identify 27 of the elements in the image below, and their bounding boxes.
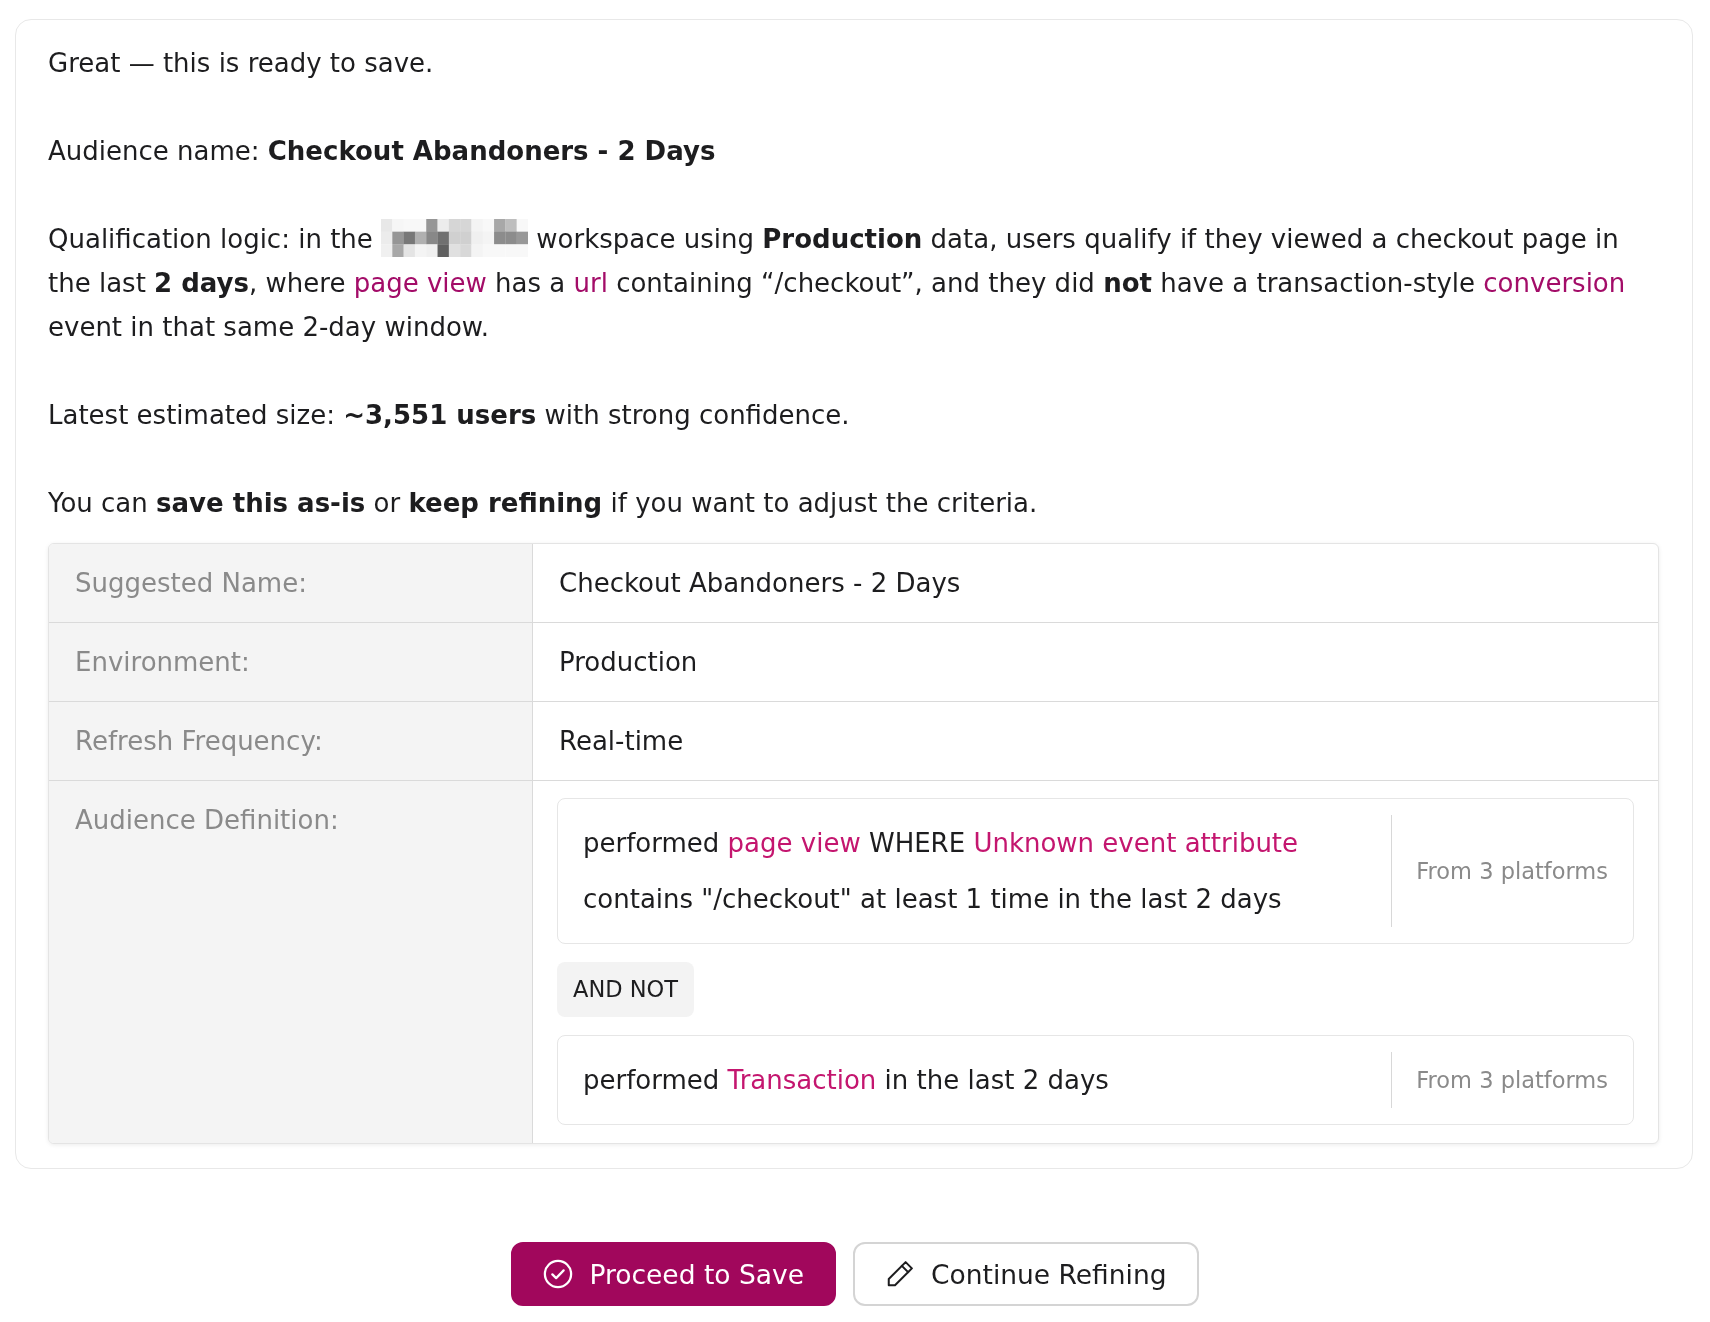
- field-value-cell: Real-time: [532, 701, 1658, 780]
- entity-link[interactable]: Unknown event attribute: [973, 828, 1299, 858]
- field-label-cell: Audience Definition:: [49, 780, 532, 1143]
- condition-text: performed page view WHERE Unknown event attribute contains "/checkout" at least 1 time in the last 2 days: [583, 827, 1300, 916]
- message-paragraph: Latest estimated size: ~3,551 users with strong confidence.: [48, 399, 851, 432]
- operator-tag: AND NOT: [557, 962, 694, 1017]
- entity-link[interactable]: page view: [727, 828, 861, 858]
- field-label-cell: Suggested Name:: [49, 544, 532, 622]
- source-label: From 3 platforms: [1415, 1066, 1609, 1095]
- field-label-cell: Refresh Frequency:: [49, 701, 532, 780]
- message-paragraph: Audience name: Checkout Abandoners - 2 Days: [48, 135, 717, 168]
- field-label-cell: Environment:: [49, 622, 532, 701]
- source-label: From 3 platforms: [1415, 857, 1609, 886]
- entity-link[interactable]: page view: [353, 268, 487, 298]
- condition-text: performed Transaction in the last 2 days: [583, 1064, 1110, 1097]
- message-paragraph: Great — this is ready to save.: [48, 47, 435, 80]
- refine-button[interactable]: Continue Refining: [853, 1242, 1199, 1306]
- field-value-cell: Checkout Abandoners - 2 Days: [532, 544, 1658, 622]
- pencil-icon: [885, 1259, 915, 1289]
- entity-link[interactable]: url: [573, 268, 608, 298]
- message-paragraph: You can save this as-is or keep refining if you want to adjust the criteria.: [48, 487, 1039, 520]
- entity-link[interactable]: conversion: [1483, 268, 1626, 298]
- proceed-button[interactable]: Proceed to Save: [511, 1242, 836, 1306]
- check-circle-icon: [543, 1259, 574, 1289]
- entity-link[interactable]: Transaction: [727, 1065, 877, 1095]
- message-paragraph: Qualification logic: in the workspace using Production data, users qualify if they viewed a checkout page in the last 2 days, where page view has a url containing “/checkout”, and they did not have a transaction-style conversion event in that same 2-day window.: [48, 217, 1659, 349]
- field-value-cell: Production: [532, 622, 1658, 701]
